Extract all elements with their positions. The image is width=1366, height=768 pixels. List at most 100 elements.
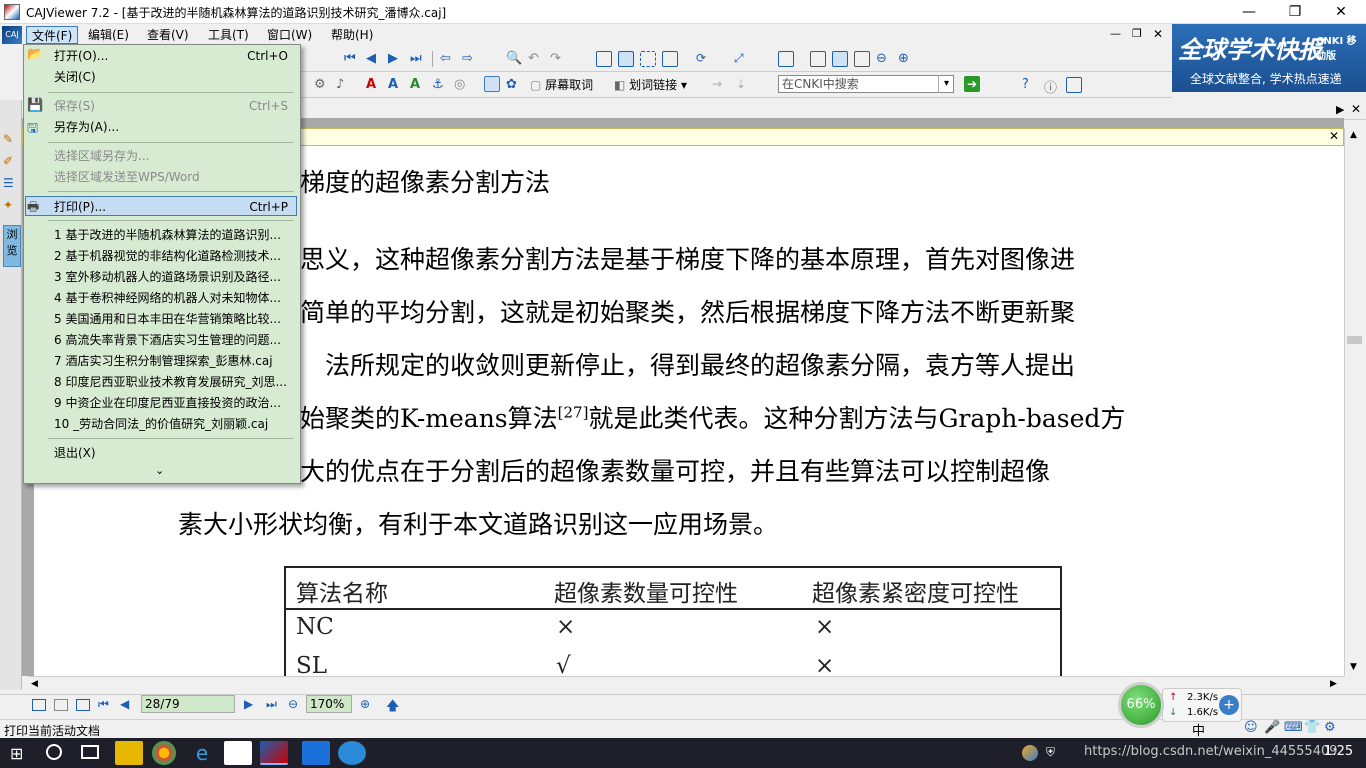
mdi-minimize-button[interactable]: — [1110, 27, 1121, 40]
strike-text-icon[interactable]: A [410, 77, 426, 93]
thumbnail-mode-icon[interactable] [54, 699, 68, 711]
page-number-field[interactable]: 28/79 [141, 695, 235, 713]
tray-shield-icon[interactable]: ⛨ [1046, 745, 1062, 761]
menu-recent-file[interactable]: 8 印度尼西亚职业技术教育发展研究_刘思... [54, 372, 288, 392]
search-dropdown-icon[interactable]: ▾ [938, 75, 954, 93]
ime-settings-icon[interactable]: ⚙ [1324, 720, 1336, 735]
pen-icon[interactable]: ✐ [3, 154, 19, 170]
fit-icon[interactable]: ⤢ [734, 51, 750, 67]
nav-zoom-in-icon[interactable]: ⊕ [360, 697, 370, 711]
scroll-up-icon[interactable]: ▲ [1350, 130, 1357, 140]
word-link-button[interactable]: ◧ 划词链接 ▾ [614, 76, 687, 93]
last-page-icon[interactable]: ⏭ [410, 51, 426, 67]
chrome-icon[interactable] [152, 741, 176, 765]
highlight-text-icon[interactable]: A [366, 77, 382, 93]
outline-icon[interactable]: ☰ [3, 176, 19, 192]
browse-vertical-tab[interactable]: 浏览 [3, 225, 21, 267]
file-explorer-icon[interactable] [115, 741, 143, 765]
two-page-icon[interactable] [662, 51, 678, 67]
facing-page-icon[interactable] [640, 51, 656, 67]
minimize-button[interactable]: — [1226, 0, 1272, 24]
back-icon[interactable]: ⇦ [440, 51, 456, 67]
help-icon[interactable]: ? [1022, 77, 1038, 93]
menu-file[interactable]: 文件(F) [26, 26, 79, 44]
redo-icon[interactable]: ↷ [550, 51, 566, 67]
actual-size-icon[interactable] [810, 51, 826, 67]
taskbar-clock[interactable]: 1:25 [1324, 744, 1353, 759]
undo-icon[interactable]: ↶ [528, 51, 544, 67]
snapshot-icon[interactable]: ⚙ [314, 77, 330, 93]
menu-exit[interactable]: 退出(X) [54, 443, 288, 463]
menu-recent-file[interactable]: 4 基于卷积神经网络的机器人对未知物体... [54, 288, 288, 308]
menu-recent-file[interactable]: 5 美国通用和日本丰田在华营销策略比较... [54, 309, 288, 329]
underline-text-icon[interactable]: A [388, 77, 404, 93]
menu-view[interactable]: 查看(V) [142, 26, 194, 44]
nav-up-icon[interactable]: 🡅 [386, 697, 399, 719]
cnki-mobile-banner[interactable]: 全球学术快报 CNKI 移动版 全球文献整合, 学术热点速递 [1172, 24, 1366, 92]
app-icon-white[interactable] [224, 741, 252, 765]
vertical-scroll-thumb[interactable] [1347, 336, 1362, 344]
menu-recent-file[interactable]: 1 基于改进的半随机森林算法的道路识别... [54, 225, 288, 245]
memory-usage-ball[interactable]: 66% [1118, 682, 1164, 728]
menu-help[interactable]: 帮助(H) [326, 26, 378, 44]
annotation-icon[interactable]: ✎ [3, 132, 19, 148]
fit-page-icon[interactable] [854, 51, 870, 67]
menu-recent-file[interactable]: 6 高流失率背景下酒店实习生管理的问题... [54, 330, 288, 350]
fit-width-icon[interactable] [832, 51, 848, 67]
menu-window[interactable]: 窗口(W) [262, 26, 317, 44]
prev-page-icon[interactable]: ◀ [366, 51, 382, 67]
info-bar-close-icon[interactable]: ✕ [1329, 129, 1339, 143]
next-page-icon[interactable]: ▶ [388, 51, 404, 67]
zoom-out-icon[interactable]: ⊖ [876, 51, 892, 67]
single-page-icon[interactable] [596, 51, 612, 67]
audio-icon[interactable]: ♪ [336, 77, 352, 93]
menu-expand-chevron-icon[interactable]: ⌄ [155, 464, 164, 477]
ime-chinese-icon[interactable]: 中 [1192, 720, 1205, 739]
mdi-restore-button[interactable]: ❐ [1132, 27, 1142, 40]
anchor-icon[interactable]: ⚓ [432, 77, 448, 93]
screen-lookup-button[interactable]: ▢ 屏幕取词 [530, 76, 593, 93]
tab-close-icon[interactable]: ✕ [1351, 102, 1361, 116]
fullscreen-icon[interactable] [778, 51, 794, 67]
translate-icon[interactable]: ✿ [506, 77, 522, 93]
find-icon[interactable]: 🔍 [506, 51, 522, 67]
menu-tools[interactable]: 工具(T) [203, 26, 254, 44]
keyboard-icon[interactable]: ⌨ [1284, 720, 1303, 735]
search-go-icon[interactable]: ➔ [964, 76, 980, 92]
skin-icon[interactable]: 👕 [1304, 720, 1320, 735]
bookmark-icon[interactable]: ✦ [3, 198, 19, 214]
select-text-icon[interactable] [484, 76, 500, 92]
layout-mode-icon[interactable] [76, 699, 90, 711]
first-page-icon[interactable]: ⏮ [344, 51, 360, 67]
task-view-icon[interactable] [81, 745, 99, 759]
close-button[interactable]: ✕ [1318, 0, 1364, 24]
scroll-down-icon[interactable]: ▼ [1350, 662, 1357, 672]
cnki-search-input[interactable]: 在CNKI中搜索 [778, 75, 954, 93]
menu-recent-file[interactable]: 9 中资企业在印度尼西亚直接投资的政治... [54, 393, 288, 413]
emoji-icon[interactable]: ☺ [1244, 720, 1258, 735]
menu-close[interactable]: 关闭(C) [54, 67, 288, 87]
forward-icon[interactable]: ⇨ [462, 51, 478, 67]
zoom-field[interactable]: 170% [306, 695, 352, 713]
menu-edit[interactable]: 编辑(E) [83, 26, 134, 44]
accelerate-plus-icon[interactable]: + [1219, 695, 1239, 715]
restore-button[interactable]: ❐ [1272, 0, 1318, 24]
menu-recent-file[interactable]: 2 基于机器视觉的非结构化道路检测技术... [54, 246, 288, 266]
baidu-netdisk-icon[interactable] [338, 741, 366, 765]
menu-print[interactable]: 打印(P)... Ctrl+P [25, 196, 297, 216]
info-icon[interactable]: ⓘ [1044, 77, 1060, 96]
vertical-scrollbar[interactable]: ▲ ▼ [1344, 128, 1364, 676]
arrow-right-icon[interactable]: → [712, 77, 728, 93]
eraser-icon[interactable]: ◎ [454, 77, 470, 93]
continuous-page-icon[interactable] [618, 51, 634, 67]
edge-icon[interactable]: e [188, 741, 216, 765]
view-mode-icon[interactable] [32, 699, 46, 711]
scroll-left-icon[interactable]: ◀ [31, 679, 38, 689]
tray-app-icon[interactable] [1022, 745, 1038, 761]
zoom-in-icon[interactable]: ⊕ [898, 51, 914, 67]
rotate-icon[interactable]: ⟳ [696, 51, 712, 67]
nav-last-icon[interactable]: ⏭ [266, 697, 277, 712]
search-icon[interactable] [46, 744, 62, 760]
nav-zoom-out-icon[interactable]: ⊖ [288, 697, 298, 711]
menu-recent-file[interactable]: 7 酒店实习生积分制管理探索_彭惠林.caj [54, 351, 288, 371]
